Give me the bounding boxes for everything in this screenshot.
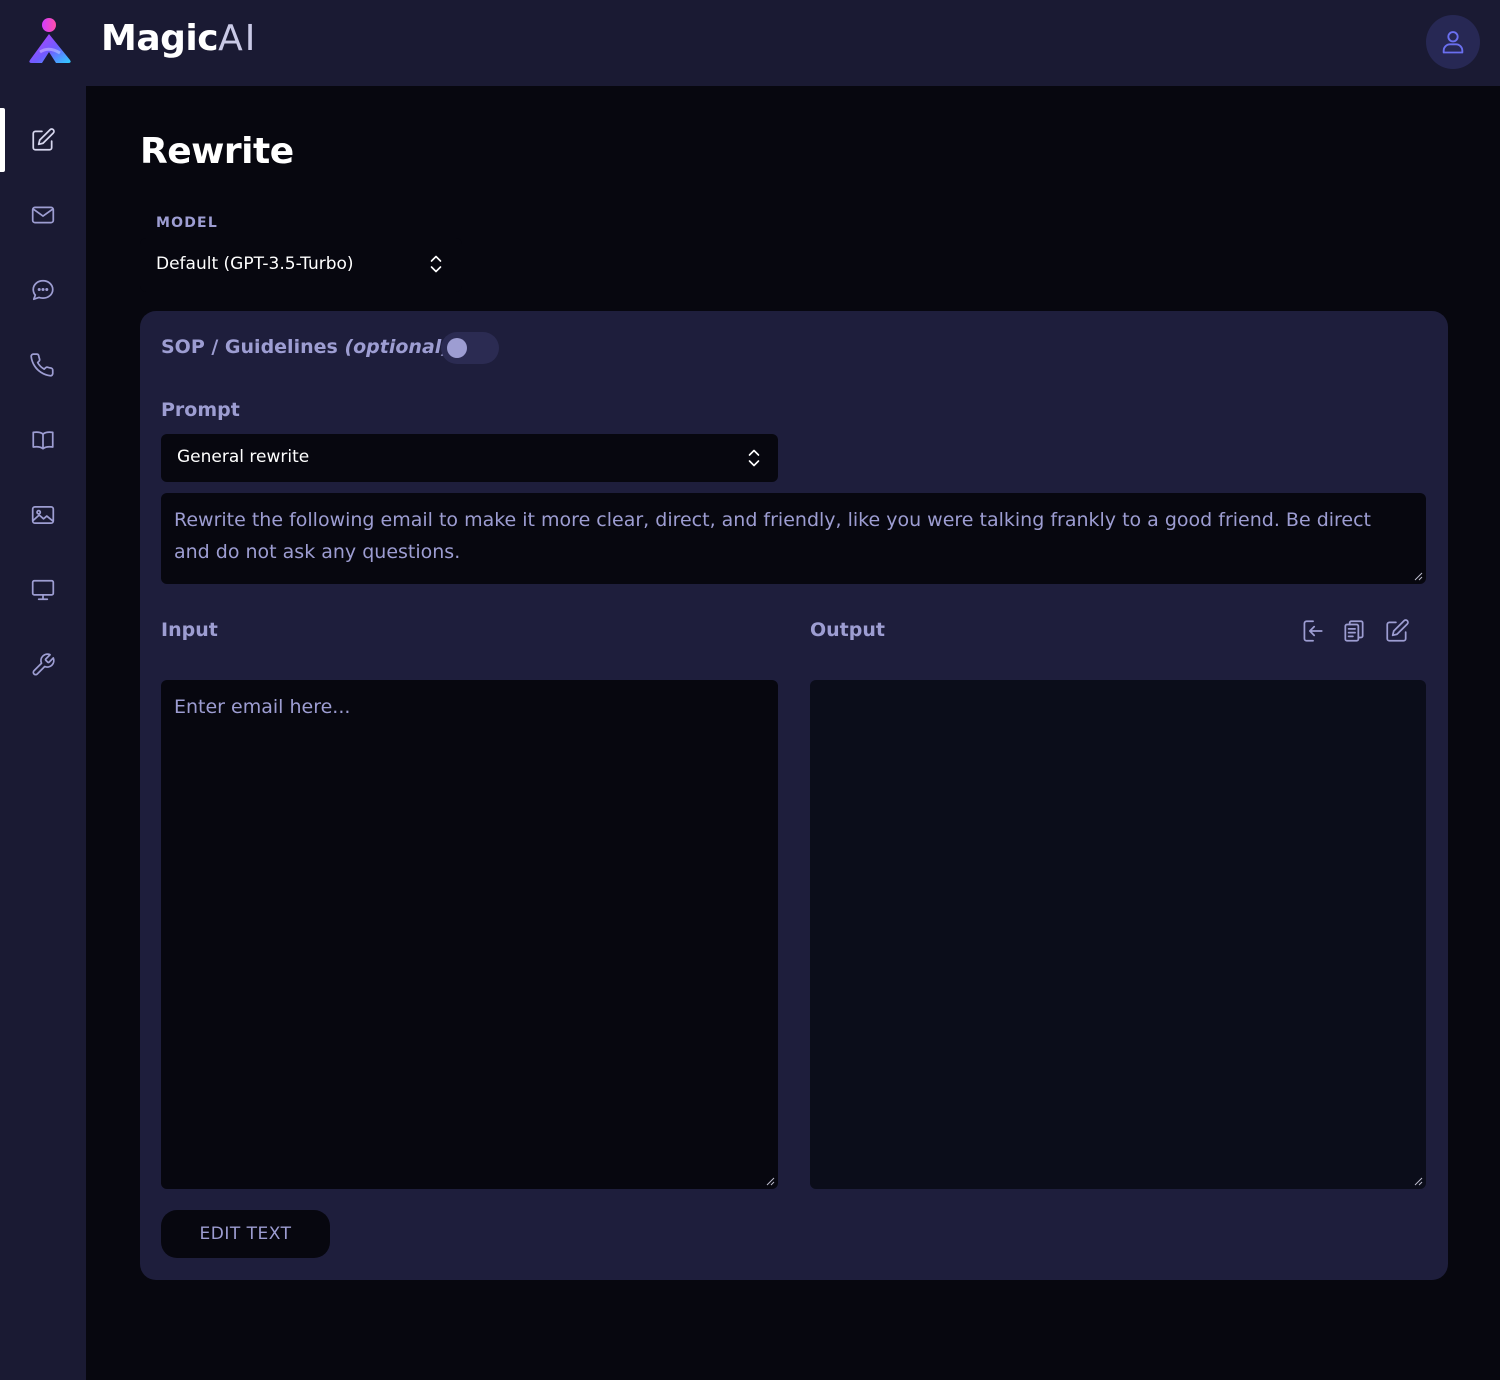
sop-guidelines-label: SOP / Guidelines (optional) [161,331,450,363]
chat-bubble-icon [32,279,54,301]
prompt-text-value: Rewrite the following email to make it m… [174,509,1372,563]
brand-name-light: AI [218,18,258,59]
brand-name: MagicAI [101,14,257,64]
prompt-select-value: General rewrite [177,447,310,467]
email-input[interactable]: Enter email here... [161,680,778,1189]
prompt-select[interactable]: General rewrite [161,434,778,482]
output-label: Output [810,619,885,641]
sidebar-item-phone[interactable] [0,333,86,397]
sidebar-item-library[interactable] [0,408,86,472]
chevron-up-down-icon [430,255,442,273]
resize-handle-icon[interactable] [1413,571,1423,581]
sop-optional-text: (optional) [344,336,450,358]
sop-guidelines-toggle[interactable] [441,332,499,364]
model-label: MODEL [156,215,218,231]
prompt-label: Prompt [161,399,240,421]
edit-text-button[interactable]: EDIT TEXT [161,1210,330,1258]
sidebar-item-tools[interactable] [0,633,86,697]
copy-output-button[interactable] [1339,616,1369,646]
sidebar-item-display[interactable] [0,558,86,622]
input-label: Input [161,619,218,641]
image-icon [31,506,55,524]
monitor-icon [31,579,55,601]
email-input-placeholder: Enter email here... [174,696,351,718]
magic-ai-logo-icon[interactable] [24,16,76,66]
sidebar-item-chat[interactable] [0,258,86,322]
brand-name-bold: Magic [101,18,219,59]
wrench-icon [32,653,55,676]
rewrite-card: SOP / Guidelines (optional) Prompt Gener… [140,311,1448,1280]
sidebar-item-rewrite[interactable] [0,108,86,172]
sop-label-text: SOP / Guidelines [161,336,338,358]
envelope-icon [31,206,55,224]
resize-handle-icon[interactable] [1413,1176,1423,1186]
model-select[interactable]: Default (GPT-3.5-Turbo) [140,238,462,292]
sidebar-item-images[interactable] [0,483,86,547]
insert-output-button[interactable] [1297,616,1327,646]
edit-output-button[interactable] [1382,616,1412,646]
phone-icon [30,353,54,377]
chevron-up-down-icon [748,449,760,467]
prompt-textarea[interactable]: Rewrite the following email to make it m… [161,493,1426,584]
pencil-square-icon [32,128,55,151]
toggle-knob [447,338,467,358]
insert-icon [1303,620,1323,642]
sidebar [0,86,86,1380]
book-icon [32,431,54,450]
resize-handle-icon[interactable] [765,1176,775,1186]
output-toolbar [1297,616,1427,646]
user-icon [1442,31,1464,54]
edit-icon [1386,619,1409,642]
user-account-button[interactable] [1426,15,1480,69]
top-bar: MagicAI [0,0,1500,86]
copy-icon [1344,620,1364,642]
page-title: Rewrite [140,131,294,172]
sidebar-item-email[interactable] [0,183,86,247]
model-select-value: Default (GPT-3.5-Turbo) [156,254,354,274]
output-textarea[interactable] [810,680,1426,1189]
